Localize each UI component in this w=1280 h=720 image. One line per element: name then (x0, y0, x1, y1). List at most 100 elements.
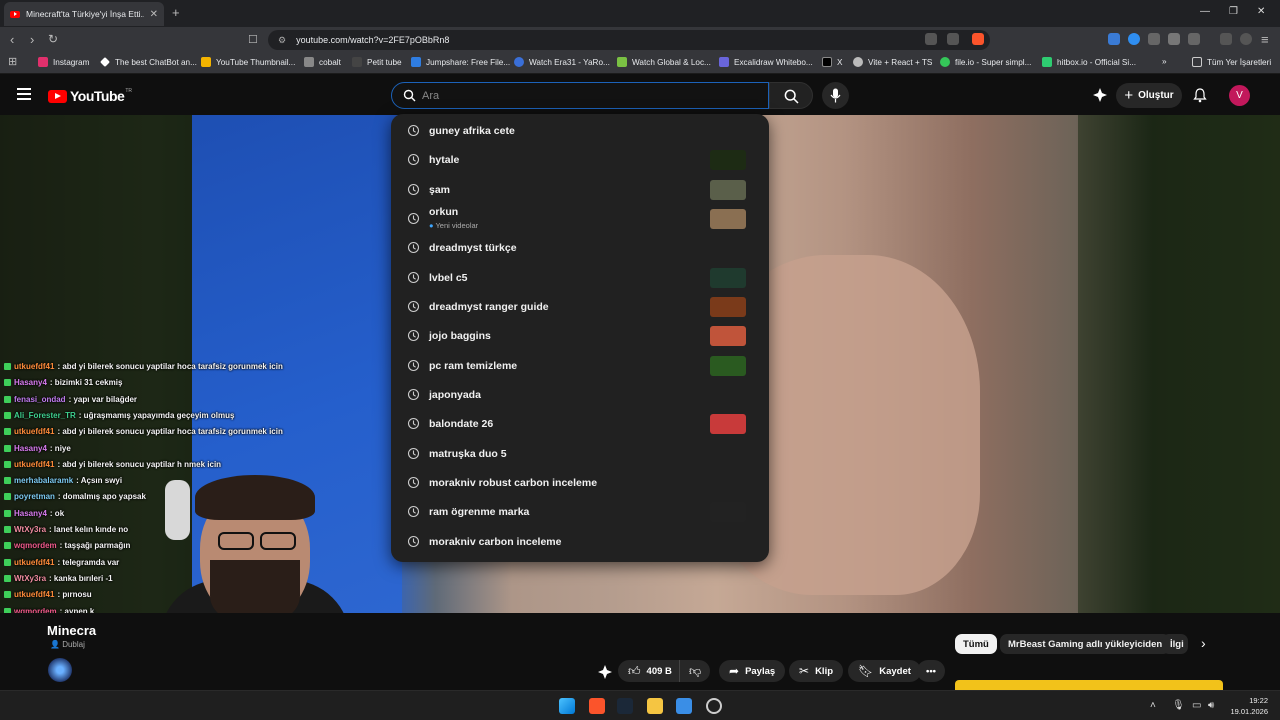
search-box[interactable] (391, 82, 769, 109)
url-field[interactable]: ⚙ youtube.com/watch?v=2FE7pOBbRn8 (268, 30, 990, 50)
bookmark-fileio[interactable]: file.io - Super simpl... (940, 57, 1031, 67)
bookmark-x[interactable]: X (822, 57, 842, 67)
tab-close-icon[interactable]: ✕ (150, 9, 158, 20)
extension-icon[interactable] (1188, 33, 1200, 45)
bookmark-hitbox[interactable]: hitbox.io - Official Si... (1042, 57, 1136, 67)
steam-icon[interactable] (617, 698, 633, 714)
vpn-icon[interactable] (1240, 33, 1252, 45)
avatar[interactable]: V (1229, 85, 1250, 106)
filter-pill-uploader[interactable]: MrBeast Gaming adlı yükleyiciden (1000, 634, 1171, 654)
clip-button[interactable]: ✂ Klip (789, 660, 844, 682)
bookmark-chatbot[interactable]: The best ChatBot an... (100, 57, 197, 67)
brave-browser-icon[interactable] (589, 698, 605, 714)
search-suggestion[interactable]: şam (391, 175, 769, 204)
pill-label: MrBeast Gaming adlı yükleyiciden (1008, 638, 1163, 650)
file-explorer-icon[interactable] (647, 698, 663, 714)
restore-icon[interactable]: ❐ (1229, 6, 1238, 17)
extension-icon[interactable] (1148, 33, 1160, 45)
search-suggestion[interactable]: morakniv robust carbon inceleme (391, 468, 769, 497)
share-page-icon[interactable] (947, 33, 959, 45)
bookmarks-overflow-button[interactable]: » (1162, 57, 1167, 66)
suggestion-text: japonyada (429, 388, 481, 401)
dislike-button[interactable]: 👎︎ (679, 660, 711, 682)
app-icon[interactable] (706, 698, 722, 714)
bookmark-excalidraw[interactable]: Excalidraw Whitebo... (719, 57, 813, 67)
hamburger-menu-icon[interactable] (17, 88, 31, 103)
search-suggestion[interactable]: japonyada (391, 380, 769, 409)
suggestion-text: hytale (429, 153, 460, 166)
browser-tab[interactable]: Minecraft'ta Türkiye'yi İnşa Etti... ✕ (4, 2, 164, 26)
search-suggestion[interactable]: jojo baggins (391, 321, 769, 350)
bookmark-instagram[interactable]: Instagram (38, 57, 89, 67)
spark-create-icon[interactable] (1093, 88, 1107, 102)
suggestion-text: dreadmyst türkçe (429, 241, 517, 254)
search-suggestion[interactable]: dreadmyst türkçe (391, 233, 769, 262)
chevron-right-icon[interactable]: › (1201, 635, 1206, 651)
apps-grid-icon[interactable]: ⊞ (8, 55, 17, 68)
bookmark-cobalt[interactable]: cobalt (304, 57, 341, 67)
cobalt-icon (304, 57, 314, 67)
youtube-logo[interactable]: YouTube TR (48, 88, 132, 104)
search-suggestion[interactable]: lvbel c5 (391, 263, 769, 292)
webcam-headset (165, 480, 190, 540)
history-icon (407, 329, 420, 342)
extension-icon[interactable] (1108, 33, 1120, 45)
bookmark-jumpshare[interactable]: Jumpshare: Free File... (411, 57, 510, 67)
forward-icon[interactable]: › (30, 32, 34, 47)
search-suggestion[interactable]: hytale (391, 145, 769, 174)
search-suggestion[interactable]: guney afrika cete (391, 116, 769, 145)
extension-icon[interactable] (1128, 33, 1140, 45)
bookmark-vite[interactable]: Vite + React + TS (853, 57, 932, 67)
search-suggestion[interactable]: ram ögrenme marka (391, 497, 769, 526)
network-icon[interactable]: ▭ (1192, 700, 1201, 711)
search-suggestion[interactable]: dreadmyst ranger guide (391, 292, 769, 321)
brave-shields-icon[interactable] (972, 33, 984, 45)
chat-text: : yapı var bilağder (68, 394, 138, 404)
search-button[interactable] (769, 82, 813, 109)
voice-search-button[interactable] (822, 82, 849, 109)
create-button[interactable]: + Oluştur (1116, 83, 1182, 108)
extensions-puzzle-icon[interactable] (1168, 33, 1180, 45)
bookmark-youtube-thumbnail[interactable]: YouTube Thumbnail... (201, 57, 295, 67)
cast-icon[interactable] (925, 33, 937, 45)
filter-pill-all[interactable]: Tümü (955, 634, 997, 654)
windows-start-icon[interactable] (559, 698, 575, 714)
volume-icon[interactable]: 🔊︎ (1208, 700, 1214, 711)
bookmark-era31[interactable]: Watch Era31 - YaRo... (514, 57, 610, 67)
search-suggestion[interactable]: matruşka duo 5 (391, 439, 769, 468)
filter-pill-related[interactable]: İlgi (1162, 634, 1188, 654)
search-suggestion[interactable]: orkun ● Yeni videolar (391, 204, 769, 233)
channel-avatar[interactable] (48, 658, 72, 682)
search-suggestions-dropdown: guney afrika cete hytale şam orkun ● Yeni vi… (391, 114, 769, 562)
site-settings-icon[interactable]: ⚙ (278, 35, 286, 46)
all-bookmarks-button[interactable]: Tüm Yer İşaretleri (1192, 57, 1271, 67)
new-tab-icon[interactable]: + (172, 5, 180, 20)
reload-icon[interactable]: ↻ (48, 32, 58, 46)
close-window-icon[interactable]: ✕ (1257, 6, 1265, 17)
search-suggestion[interactable]: balondate 26 (391, 409, 769, 438)
system-clock[interactable]: 19:22 19.01.2026 (1228, 695, 1268, 717)
tray-chevron-up-icon[interactable]: ˄ (1150, 700, 1156, 711)
chat-text: : taşşağı parmağın (59, 541, 131, 551)
bookmark-page-icon[interactable]: ☐ (248, 33, 258, 46)
bookmarks-bar: ⊞ Instagram The best ChatBot an... YouTu… (0, 53, 1280, 74)
spark-ask-icon[interactable] (598, 665, 612, 679)
search-suggestion[interactable]: morakniv carbon inceleme (391, 527, 769, 556)
suggestion-text: balondate 26 (429, 417, 494, 430)
save-button[interactable]: 🔖︎ Kaydet (848, 660, 921, 682)
search-suggestion[interactable]: pc ram temizleme (391, 351, 769, 380)
share-button[interactable]: ➦ Paylaş (719, 660, 786, 682)
media-control-icon[interactable] (1220, 33, 1232, 45)
microphone-tray-icon[interactable]: 🎙︎ (1172, 700, 1185, 711)
app-icon[interactable] (676, 698, 692, 714)
minimize-icon[interactable]: — (1200, 6, 1210, 17)
notifications-bell-icon[interactable] (1193, 88, 1207, 103)
search-input[interactable] (422, 87, 752, 105)
bookmark-watch-global[interactable]: Watch Global & Loc... (617, 57, 711, 67)
menu-icon[interactable]: ≡ (1261, 32, 1269, 47)
more-actions-button[interactable]: ••• (917, 660, 945, 682)
like-button[interactable]: 👍︎ 409 B (618, 660, 682, 682)
bookmark-petit-tube[interactable]: Petit tube (352, 57, 402, 67)
back-icon[interactable]: ‹ (10, 32, 14, 47)
chat-badge-icon (4, 509, 11, 517)
